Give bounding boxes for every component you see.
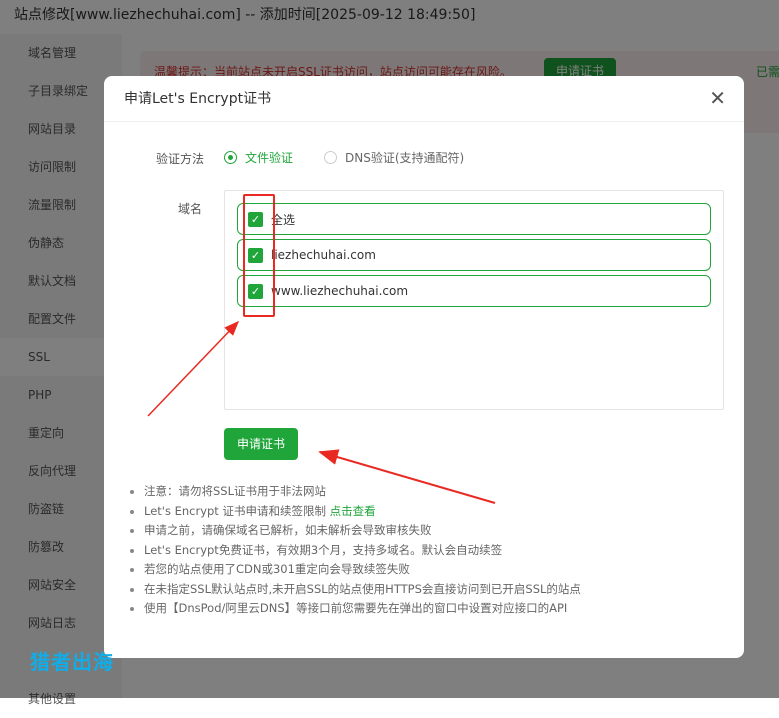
arrow-to-checkboxes bbox=[147, 320, 240, 417]
arrow-to-apply-button bbox=[318, 449, 496, 504]
watermark: 猎者出海 bbox=[30, 650, 114, 674]
annotation-arrows bbox=[147, 320, 496, 504]
